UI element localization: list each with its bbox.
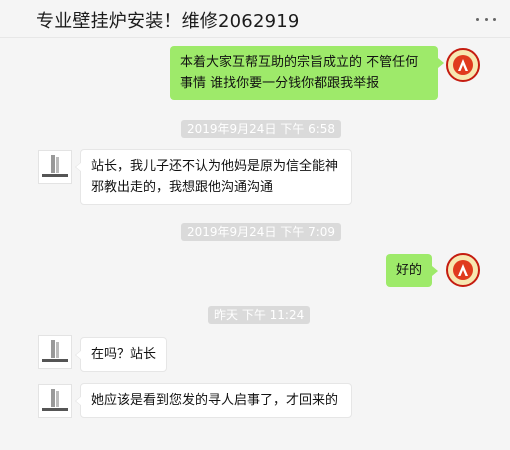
outgoing-message-bubble[interactable]: 本着大家互帮互助的宗旨成立的 不管任何事情 谁找你要一分钱你都跟我举报 [170,46,444,100]
contact-avatar-image-icon [39,336,71,368]
message-list[interactable]: 本着大家互帮互助的宗旨成立的 不管任何事情 谁找你要一分钱你都跟我举报 2019… [0,38,510,450]
chat-header: 专业壁挂炉安装！维修2062919 [0,0,510,38]
timestamp-label: 2019年9月24日 下午 7:09 [181,223,342,241]
contact-avatar[interactable] [38,150,72,184]
timestamp-label: 2019年9月24日 下午 6:58 [181,120,342,138]
contact-avatar-image-icon [39,385,71,417]
outgoing-message-bubble[interactable]: 好的 [386,254,439,287]
scrollbar[interactable] [503,46,508,446]
more-options-icon[interactable] [476,11,496,27]
chat-title: 专业壁挂炉安装！维修2062919 [36,11,300,32]
my-avatar[interactable] [446,48,480,82]
incoming-message-bubble[interactable]: 站长，我儿子还不认为他妈是原为信全能神邪教出走的，我想跟他沟通沟通 [75,149,352,205]
contact-avatar[interactable] [38,384,72,418]
timestamp-label: 昨天 下午 11:24 [208,306,311,324]
incoming-message-bubble[interactable]: 她应该是看到您发的寻人启事了，才回来的 [75,383,352,418]
contact-avatar[interactable] [38,335,72,369]
my-avatar[interactable] [446,253,480,287]
avatar-logo-icon [450,257,476,283]
avatar-logo-icon [450,52,476,78]
contact-avatar-image-icon [39,151,71,183]
incoming-message-bubble[interactable]: 在吗？站长 [74,337,168,372]
